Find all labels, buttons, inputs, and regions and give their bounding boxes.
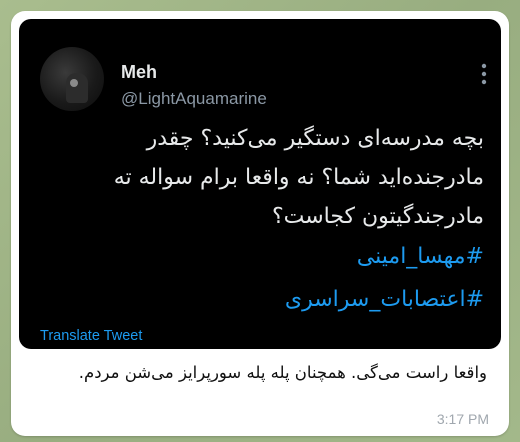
tweet-handle[interactable]: @LightAquamarine <box>121 89 267 109</box>
message-caption: واقعا راست می‌گی. همچنان پله پله سورپرای… <box>78 363 487 382</box>
avatar[interactable] <box>40 47 104 111</box>
hashtag-link[interactable]: #مهسا_امینی <box>44 242 484 272</box>
translate-tweet-link[interactable]: Translate Tweet <box>40 328 142 344</box>
tweet-text: بچه مدرسه‌ای دستگیر می‌کنید؟ چقدر مادرجن… <box>113 126 484 229</box>
message-bubble[interactable]: Meh @LightAquamarine بچه مدرسه‌ای دستگیر… <box>11 11 509 436</box>
avatar-figure <box>66 73 88 103</box>
avatar-highlight <box>70 79 78 87</box>
tweet-embed-card[interactable]: Meh @LightAquamarine بچه مدرسه‌ای دستگیر… <box>19 19 501 349</box>
message-timestamp: 3:17 PM <box>436 411 489 427</box>
hashtag-link[interactable]: #اعتصابات_سراسری <box>44 285 484 315</box>
more-vertical-icon[interactable] <box>481 63 487 85</box>
tweet-display-name[interactable]: Meh <box>121 62 157 83</box>
